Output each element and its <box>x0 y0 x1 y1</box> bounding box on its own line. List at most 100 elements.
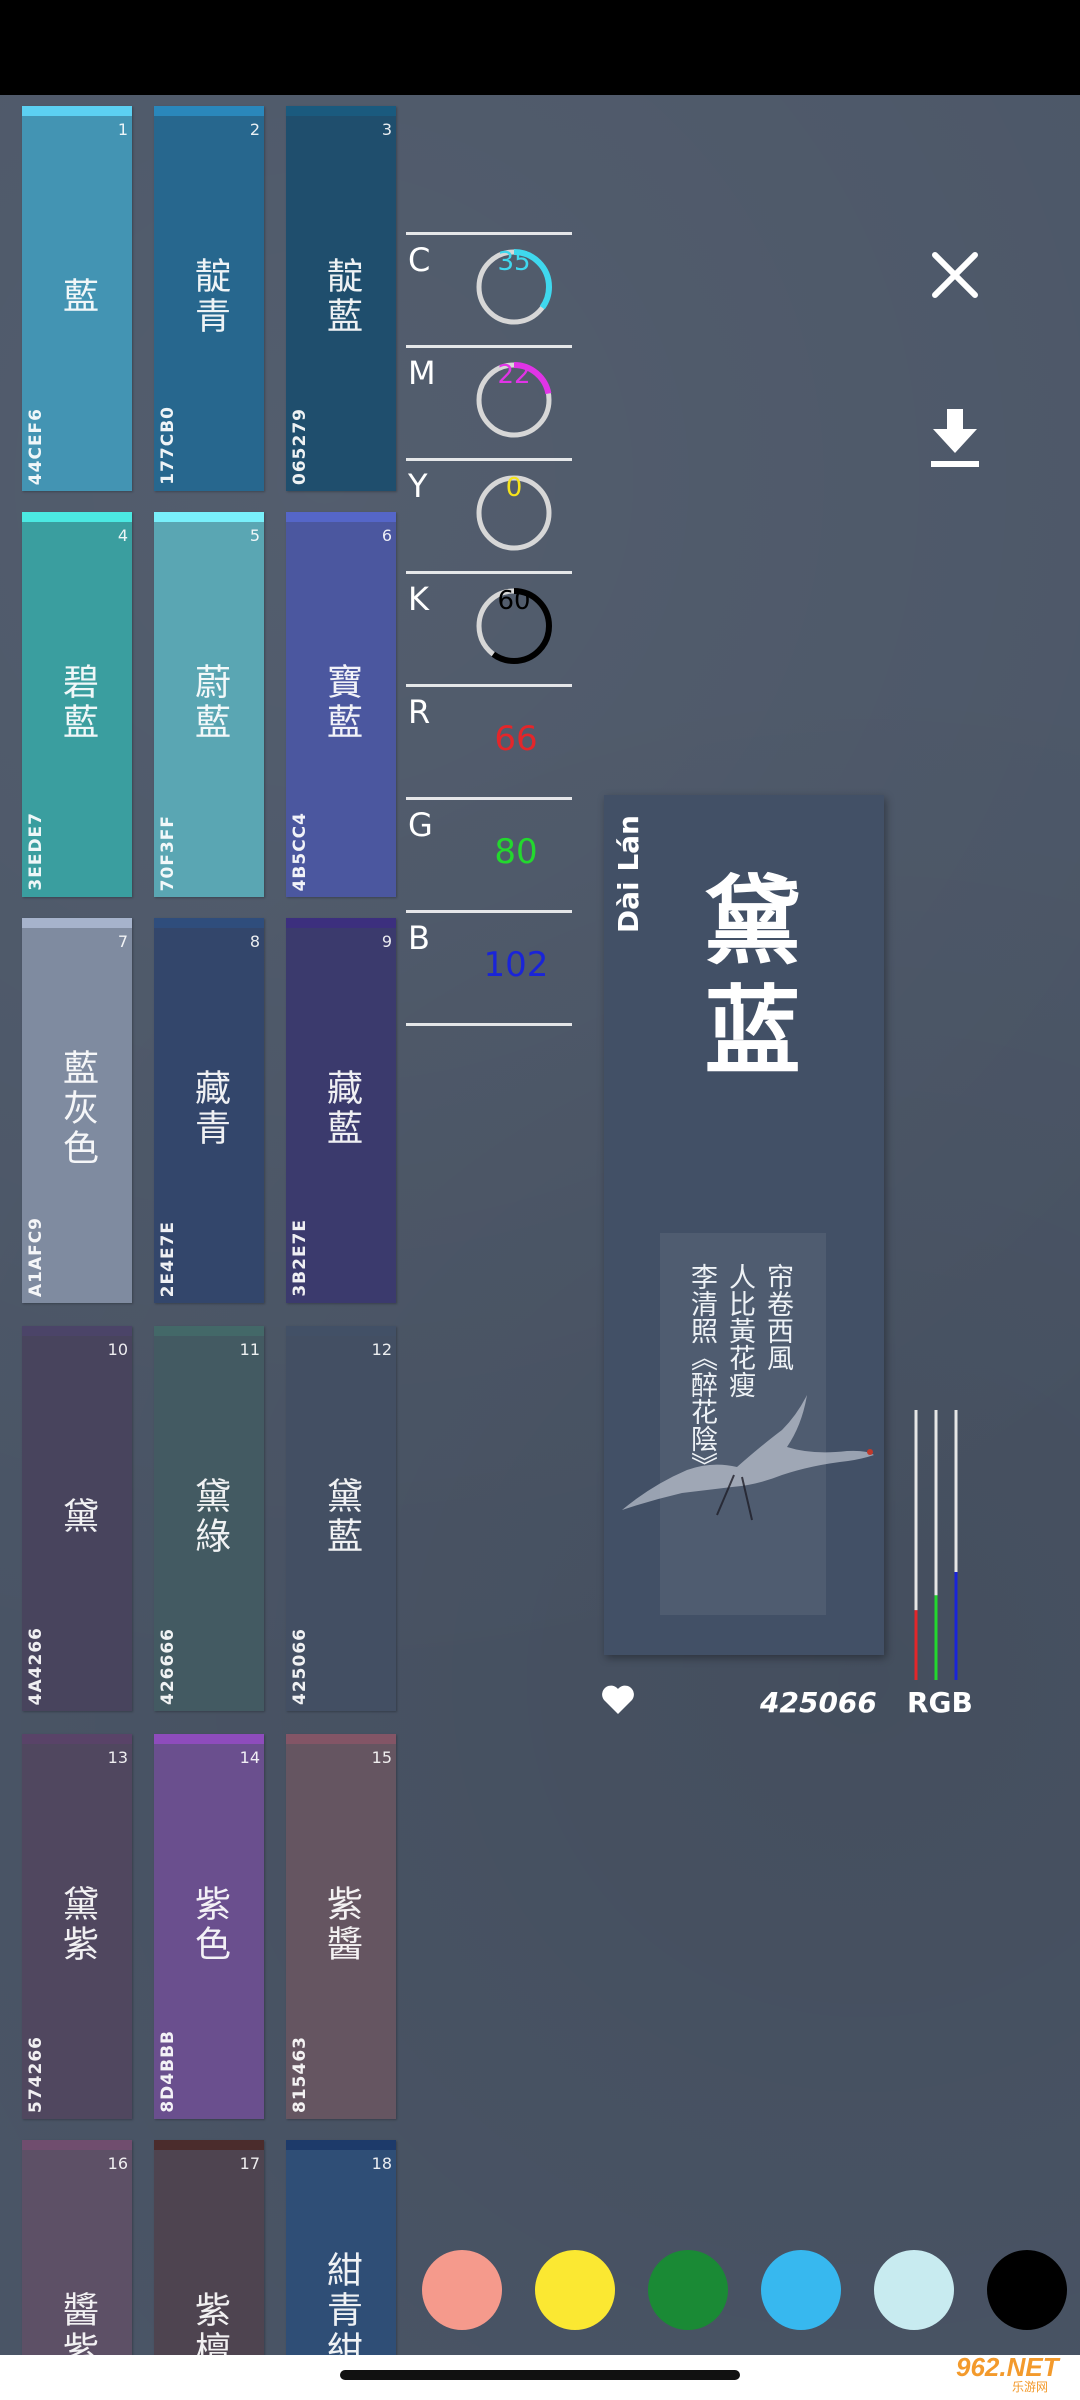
color-swatch[interactable]: 15 紫醬 815463 <box>286 1734 396 2119</box>
swatch-hex: 426666 <box>158 1628 178 1705</box>
rgb-row-r: R 66 <box>406 684 572 797</box>
swatch-top-bar <box>286 512 396 522</box>
rgb-label-letter: B <box>408 919 430 957</box>
rgb-row-g: G 80 <box>406 797 572 910</box>
swatch-top-bar <box>22 1326 132 1336</box>
hex-value[interactable]: 425066 <box>760 1686 877 1719</box>
color-values-panel: C 35 M 22 Y 0 K 60 R 66 G 80 B 102 <box>406 232 572 1026</box>
swatch-name: 紫檀 <box>189 2291 230 2355</box>
swatch-hex: 70F3FF <box>158 814 178 891</box>
color-swatch[interactable]: 13 黛紫 574266 <box>22 1734 132 2119</box>
rgb-value: 80 <box>494 832 538 872</box>
rgb-mode-toggle[interactable]: RGB <box>907 1686 973 1719</box>
swatch-hex: 2E4E7E <box>158 1220 178 1297</box>
heart-icon <box>602 1685 634 1714</box>
cmyk-row-y: Y0 <box>406 458 572 571</box>
swatch-top-bar <box>22 512 132 522</box>
swatch-top-bar <box>286 1326 396 1336</box>
swatch-top-bar <box>22 918 132 928</box>
color-swatch[interactable]: 2 靛青 177CB0 <box>154 106 264 491</box>
swatch-hex: 574266 <box>26 2036 46 2113</box>
rgb-row-b: B 102 <box>406 910 572 1023</box>
swatch-top-bar <box>154 1326 264 1336</box>
color-swatch[interactable]: 17 紫檀 <box>154 2140 264 2355</box>
swatch-hex: 3B2E7E <box>290 1219 310 1297</box>
swatch-top-bar <box>22 2140 132 2150</box>
color-swatch[interactable]: 8 藏青 2E4E7E <box>154 918 264 1303</box>
color-swatch[interactable]: 12 黛藍 425066 <box>286 1326 396 1711</box>
swatch-hex: 4B5CC4 <box>290 811 310 891</box>
swatch-hex: 177CB0 <box>158 406 178 485</box>
cmyk-row-k: K 60 <box>406 571 572 684</box>
swatch-hex: 065279 <box>290 408 310 485</box>
cmyk-value: 22 <box>497 360 531 390</box>
color-swatch[interactable]: 5 蔚藍 70F3FF <box>154 512 264 897</box>
palette-dot[interactable] <box>648 2250 728 2330</box>
cmyk-label: K <box>408 580 429 618</box>
swatch-top-bar <box>154 1734 264 1744</box>
swatch-top-bar <box>22 106 132 116</box>
swatch-top-bar <box>286 106 396 116</box>
close-icon <box>932 252 978 298</box>
rgb-label-letter: G <box>408 806 433 844</box>
swatch-name: 醬紫 <box>57 2291 98 2355</box>
swatch-name: 紺青紺紫 <box>321 2251 362 2355</box>
swatch-hex: 815463 <box>290 2036 310 2113</box>
download-icon <box>931 409 979 467</box>
color-swatch[interactable]: 14 紫色 8D4BBB <box>154 1734 264 2119</box>
color-swatch[interactable]: 16 醬紫 <box>22 2140 132 2355</box>
color-name: 黛蓝 <box>688 870 801 1090</box>
color-pinyin: Dài Lán <box>612 815 645 934</box>
swatch-top-bar <box>22 1734 132 1744</box>
swatch-top-bar <box>154 2140 264 2150</box>
color-swatch[interactable]: 18 紺青紺紫 <box>286 2140 396 2355</box>
swatch-top-bar <box>286 1734 396 1744</box>
rgb-value: 66 <box>494 719 538 759</box>
color-swatch[interactable]: 7 藍灰色 A1AFC9 <box>22 918 132 1303</box>
cmyk-row-m: M 22 <box>406 345 572 458</box>
cmyk-value: 0 <box>505 473 523 503</box>
swatch-top-bar <box>286 2140 396 2150</box>
color-swatch[interactable]: 9 藏藍 3B2E7E <box>286 918 396 1303</box>
watermark-subtext: 乐游网 <box>1012 2380 1049 2394</box>
palette-dot[interactable] <box>987 2250 1067 2330</box>
download-button[interactable] <box>925 405 985 475</box>
home-indicator[interactable] <box>340 2370 740 2380</box>
color-swatch[interactable]: 3 靛藍 065279 <box>286 106 396 491</box>
color-swatch[interactable]: 6 寶藍 4B5CC4 <box>286 512 396 897</box>
cmyk-value: 60 <box>497 586 531 616</box>
color-swatch[interactable]: 1 藍 44CEF6 <box>22 106 132 491</box>
swatch-hex: 8D4BBB <box>158 2030 178 2113</box>
swatch-top-bar <box>154 918 264 928</box>
cmyk-row-c: C 35 <box>406 232 572 345</box>
favorite-button[interactable] <box>600 1684 636 1716</box>
rgb-value: 102 <box>483 945 549 985</box>
cmyk-label: Y <box>408 467 428 505</box>
watermark-logo: 962.NET 乐游网 <box>946 2346 1076 2394</box>
swatch-hex: A1AFC9 <box>26 1216 46 1297</box>
color-swatch[interactable]: 11 黛綠 426666 <box>154 1326 264 1711</box>
swatch-hex: 4A4266 <box>26 1626 46 1705</box>
cmyk-label: M <box>408 354 436 392</box>
palette-dot[interactable] <box>874 2250 954 2330</box>
color-detail-card: Dài Lán 黛蓝 帘卷西風 人比黃花瘦 李清照《醉花陰》 <box>604 795 884 1655</box>
swatch-top-bar <box>286 918 396 928</box>
palette-dot[interactable] <box>422 2250 502 2330</box>
readout-bottom-line <box>406 1023 572 1026</box>
swatch-top-bar <box>154 512 264 522</box>
color-swatch[interactable]: 4 碧藍 3EEDE7 <box>22 512 132 897</box>
rgb-level-bars <box>908 1410 958 1689</box>
palette-dot[interactable] <box>535 2250 615 2330</box>
color-swatch[interactable]: 10 黛 4A4266 <box>22 1326 132 1711</box>
close-button[interactable] <box>925 245 985 305</box>
swatch-top-bar <box>154 106 264 116</box>
palette-dot[interactable] <box>761 2250 841 2330</box>
crane-illustration <box>622 1395 874 1521</box>
cmyk-label: C <box>408 241 431 279</box>
rgb-bars-chart <box>914 1410 958 1680</box>
cmyk-value: 35 <box>497 247 531 277</box>
color-swatch-grid: 1 藍 44CEF6 2 靛青 177CB0 3 靛藍 065279 4 碧藍 3EEDE7 5 蔚藍 70… <box>0 0 400 2400</box>
swatch-hex: 3EEDE7 <box>26 812 46 891</box>
swatch-hex: 425066 <box>290 1628 310 1705</box>
rgb-label-letter: R <box>408 693 431 731</box>
